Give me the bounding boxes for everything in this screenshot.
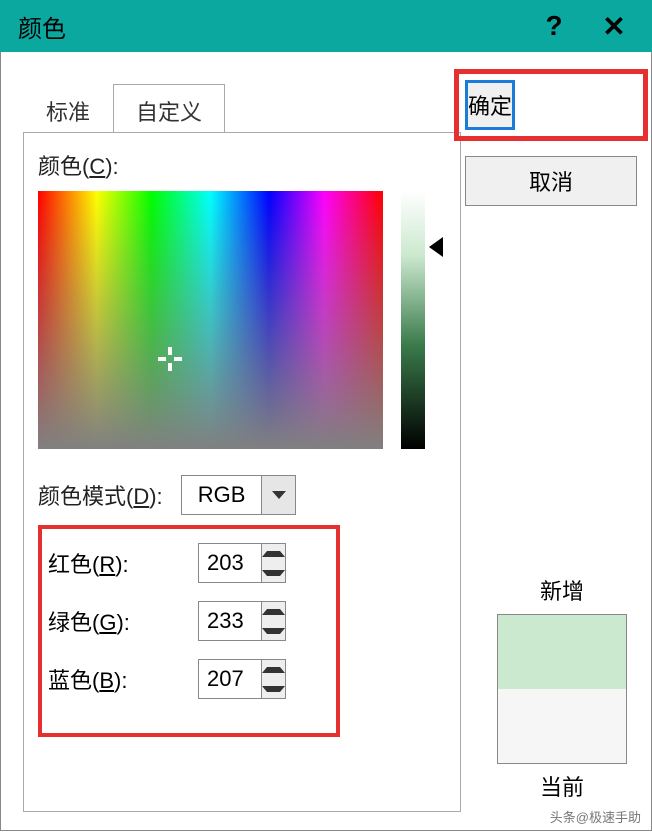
arrow-down-icon bbox=[262, 686, 285, 692]
rgb-input-group: 红色(R): 绿色(G): bbox=[38, 525, 340, 737]
current-color-label: 当前 bbox=[487, 770, 637, 802]
arrow-up-icon bbox=[262, 609, 285, 615]
watermark: 头条@极速手助 bbox=[550, 807, 641, 826]
window-title: 颜色 bbox=[18, 9, 66, 44]
tabs: 标准 自定义 bbox=[23, 84, 225, 138]
ok-highlight: 确定 bbox=[454, 69, 648, 141]
dropdown-button[interactable] bbox=[261, 476, 295, 514]
help-button[interactable]: ? bbox=[524, 0, 584, 52]
green-input[interactable] bbox=[199, 602, 261, 640]
arrow-down-icon bbox=[262, 570, 285, 576]
green-down-button[interactable] bbox=[262, 621, 285, 640]
arrow-up-icon bbox=[262, 551, 285, 557]
blue-down-button[interactable] bbox=[262, 679, 285, 698]
tab-custom[interactable]: 自定义 bbox=[113, 84, 225, 138]
color-mode-select[interactable]: RGB bbox=[181, 475, 297, 515]
color-mode-label: 颜色模式(D): bbox=[38, 479, 163, 511]
red-up-button[interactable] bbox=[262, 544, 285, 563]
red-label: 红色(R): bbox=[48, 547, 198, 579]
red-down-button[interactable] bbox=[262, 563, 285, 582]
colors-label: 颜色(C): bbox=[38, 149, 446, 181]
arrow-up-icon bbox=[262, 667, 285, 673]
new-color-label: 新增 bbox=[487, 574, 637, 606]
current-color-swatch bbox=[498, 689, 626, 763]
blue-input[interactable] bbox=[199, 660, 261, 698]
color-preview: 新增 当前 bbox=[487, 574, 637, 810]
crosshair-icon bbox=[158, 347, 182, 371]
blue-up-button[interactable] bbox=[262, 660, 285, 679]
lightness-handle-icon[interactable] bbox=[429, 237, 443, 257]
tab-panel-custom: 颜色(C): 颜色模式(D): RGB bbox=[23, 132, 461, 812]
side-buttons: 确定 取消 bbox=[465, 80, 637, 206]
tab-standard[interactable]: 标准 bbox=[23, 84, 113, 138]
red-input[interactable] bbox=[199, 544, 261, 582]
color-mode-value: RGB bbox=[182, 482, 262, 508]
close-button[interactable]: ✕ bbox=[584, 0, 644, 52]
green-up-button[interactable] bbox=[262, 602, 285, 621]
blue-stepper[interactable] bbox=[198, 659, 286, 699]
color-field[interactable] bbox=[38, 191, 383, 449]
green-label: 绿色(G): bbox=[48, 605, 198, 637]
green-stepper[interactable] bbox=[198, 601, 286, 641]
preview-swatch bbox=[497, 614, 627, 764]
chevron-down-icon bbox=[272, 491, 286, 499]
cancel-button[interactable]: 取消 bbox=[465, 156, 637, 206]
arrow-down-icon bbox=[262, 628, 285, 634]
blue-label: 蓝色(B): bbox=[48, 663, 198, 695]
new-color-swatch bbox=[498, 615, 626, 689]
dialog-body: 标准 自定义 颜色(C): 颜色模式(D): RGB bbox=[0, 52, 652, 831]
ok-button[interactable]: 确定 bbox=[465, 80, 515, 130]
red-stepper[interactable] bbox=[198, 543, 286, 583]
lightness-slider[interactable] bbox=[401, 191, 425, 449]
titlebar: 颜色 ? ✕ bbox=[0, 0, 652, 52]
